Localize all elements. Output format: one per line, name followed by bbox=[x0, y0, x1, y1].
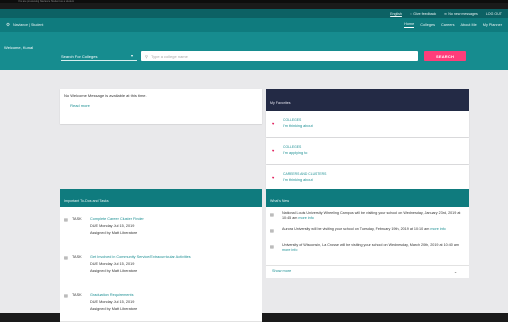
favorite-link[interactable]: I'm applying to bbox=[283, 151, 307, 155]
task-due: DUE Monday Jul 15, 2019 bbox=[90, 224, 135, 228]
heart-icon: ♥ bbox=[272, 148, 275, 153]
task-icon: ▤ bbox=[64, 293, 68, 298]
favorite-category: COLLEGES bbox=[283, 118, 302, 122]
favorite-item[interactable]: ♥ CAREERS AND CLUSTERS I'm thinking abou… bbox=[266, 165, 469, 191]
nav-item-careers[interactable]: Careers bbox=[441, 23, 455, 27]
messages-label: No new messages bbox=[448, 11, 478, 16]
gear-icon: ⚙ bbox=[6, 22, 11, 27]
news-text: University of Wisconsin, La Crosse will … bbox=[282, 243, 462, 253]
tasks-title: Important To-Dos and Tasks bbox=[64, 199, 109, 203]
task-item: ▤ TASK Complete Career Cluster Finder DU… bbox=[60, 207, 262, 246]
task-title-link[interactable]: Complete Career Cluster Finder bbox=[90, 217, 144, 221]
logout-link[interactable]: LOG OUT bbox=[486, 12, 502, 16]
task-due: DUE Monday Jul 15, 2019 bbox=[90, 262, 135, 266]
search-type-dropdown[interactable]: Search For Colleges ▾ bbox=[61, 51, 137, 65]
task-label: TASK bbox=[72, 255, 82, 259]
heart-icon: ♥ bbox=[272, 121, 275, 126]
task-icon: ▤ bbox=[64, 217, 68, 222]
welcome-message: No Welcome Message is available at this … bbox=[64, 93, 147, 98]
messages-link[interactable]: ✉ No new messages bbox=[444, 12, 478, 16]
task-assigned-by: Assigned by Matt Liberatore bbox=[90, 307, 138, 311]
favorite-item[interactable]: ♥ COLLEGES I'm applying to bbox=[266, 138, 469, 164]
calendar-icon: ▤ bbox=[270, 244, 274, 249]
nav-item-about-me[interactable]: About Me bbox=[461, 23, 477, 27]
nav-item-my-planner[interactable]: My Planner bbox=[483, 23, 502, 27]
college-search-field[interactable]: ⚲ bbox=[141, 51, 418, 61]
feedback-link[interactable]: ○ Give feedback bbox=[410, 12, 436, 16]
favorites-header: My Favorites bbox=[266, 89, 469, 111]
more-info-link[interactable]: more info bbox=[298, 216, 313, 220]
whats-new-card: ▤ National Louis University Wheeling Cam… bbox=[266, 207, 469, 265]
read-more-button[interactable]: Read more bbox=[64, 101, 96, 110]
news-text: Aurora University will be visiting your … bbox=[282, 227, 462, 232]
dashboard-content: No Welcome Message is available at this … bbox=[0, 70, 508, 322]
favorite-category: COLLEGES bbox=[283, 145, 302, 149]
search-button[interactable]: SEARCH bbox=[424, 51, 466, 61]
dropdown-underline bbox=[61, 60, 137, 61]
task-icon: ▤ bbox=[64, 255, 68, 260]
feedback-label: Give feedback bbox=[413, 11, 437, 16]
welcome-text: Welcome, Kunal bbox=[4, 45, 34, 50]
brand[interactable]: ⚙ Naviance | Student bbox=[6, 18, 43, 32]
task-due: DUE Monday Jul 15, 2019 bbox=[90, 300, 135, 304]
heart-icon: ♥ bbox=[272, 175, 275, 180]
show-more-link[interactable]: Show more bbox=[272, 269, 291, 273]
task-item: ▤ TASK Get Involved in Community Service… bbox=[60, 245, 262, 284]
chevron-down-icon: ▾ bbox=[130, 53, 133, 58]
college-search-input[interactable] bbox=[150, 53, 391, 59]
mail-icon: ✉ bbox=[444, 11, 447, 16]
favorite-category: CAREERS AND CLUSTERS bbox=[283, 172, 327, 176]
tasks-header: Important To-Dos and Tasks bbox=[60, 189, 262, 207]
favorite-link[interactable]: I'm thinking about bbox=[283, 124, 313, 128]
hero-search-area: Welcome, Kunal Search For Colleges ▾ ⚲ S… bbox=[0, 32, 508, 70]
chevron-down-icon: ⌄ bbox=[453, 270, 457, 274]
favorite-item[interactable]: ♥ COLLEGES I'm thinking about bbox=[266, 111, 469, 137]
utility-bar: English ○ Give feedback ✉ No new messages … bbox=[0, 9, 508, 18]
task-assigned-by: Assigned by Matt Liberatore bbox=[90, 231, 138, 235]
brand-label: Naviance | Student bbox=[13, 23, 44, 27]
top-notice-text: You are previewing Naviance Student as a… bbox=[18, 0, 74, 3]
top-notice-strip: You are previewing Naviance Student as a… bbox=[0, 0, 508, 3]
task-item: ▤ TASK Graduation Requirements DUE Monda… bbox=[60, 283, 262, 322]
nav-item-home[interactable]: Home bbox=[404, 22, 415, 28]
language-link[interactable]: English bbox=[390, 12, 402, 16]
main-nav: Home Colleges Careers About Me My Planne… bbox=[404, 18, 502, 32]
favorites-title: My Favorites bbox=[270, 101, 291, 105]
task-title-link[interactable]: Get Involved in Community Service/Extrac… bbox=[90, 255, 191, 259]
news-body: University of Wisconsin, La Crosse will … bbox=[282, 243, 459, 247]
search-icon: ⚲ bbox=[145, 53, 148, 59]
favorite-link[interactable]: I'm thinking about bbox=[283, 178, 313, 182]
calendar-icon: ▤ bbox=[270, 212, 274, 217]
more-info-link[interactable]: more info bbox=[282, 248, 297, 252]
whats-new-title: What's New bbox=[270, 199, 290, 203]
news-text: National Louis University Wheeling Campu… bbox=[282, 211, 462, 221]
whats-new-header: What's New bbox=[266, 189, 469, 207]
task-assigned-by: Assigned by Matt Liberatore bbox=[90, 269, 138, 273]
nav-item-colleges[interactable]: Colleges bbox=[420, 23, 435, 27]
search-type-label: Search For Colleges bbox=[61, 54, 98, 59]
show-more-row[interactable]: Show more ⌄ bbox=[266, 265, 469, 278]
main-navbar: ⚙ Naviance | Student Home Colleges Caree… bbox=[0, 18, 508, 32]
chat-icon: ○ bbox=[409, 11, 412, 16]
task-title-link[interactable]: Graduation Requirements bbox=[90, 293, 133, 297]
more-info-link[interactable]: more info bbox=[430, 227, 445, 231]
task-label: TASK bbox=[72, 217, 82, 221]
news-body: Aurora University will be visiting your … bbox=[282, 227, 430, 231]
calendar-icon: ▤ bbox=[270, 228, 274, 233]
welcome-message-card: No Welcome Message is available at this … bbox=[60, 89, 262, 124]
task-label: TASK bbox=[72, 293, 82, 297]
